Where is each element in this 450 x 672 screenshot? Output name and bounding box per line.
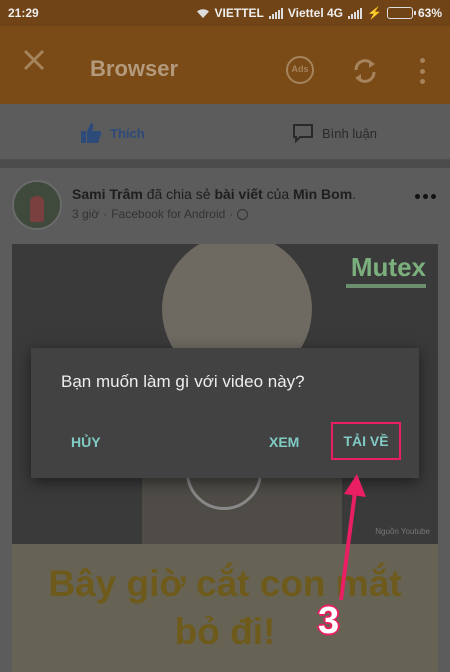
- brand-underline: [346, 284, 426, 288]
- wifi-icon: [196, 8, 209, 18]
- post-options-icon[interactable]: [415, 194, 436, 199]
- post-app: Facebook for Android: [111, 207, 226, 221]
- caption-line-2: bỏ đi!: [174, 611, 276, 652]
- signal-icon: [268, 7, 283, 19]
- caption-line-1: Bây giờ cắt con mắt: [48, 563, 402, 604]
- post-time[interactable]: 3 giờ: [72, 207, 99, 221]
- carrier-1: VIETTEL: [214, 6, 264, 20]
- charging-icon: ⚡: [367, 6, 382, 20]
- view-button[interactable]: XEM: [269, 434, 299, 450]
- like-button[interactable]: Thích: [80, 122, 145, 144]
- comment-label: Bình luận: [322, 125, 377, 141]
- signal-icon-2: [348, 7, 363, 19]
- video-source-label: Nguồn Youtube: [375, 527, 430, 536]
- browser-toolbar: Browser Ads: [0, 26, 450, 104]
- post-actions-bar: Thích Bình luận: [0, 104, 450, 160]
- avatar[interactable]: [12, 180, 62, 230]
- meta-dot: ·: [103, 207, 108, 221]
- more-vert-icon[interactable]: [418, 58, 426, 84]
- carrier-2: Viettel 4G: [287, 6, 344, 20]
- original-author[interactable]: Mìn Bom: [293, 186, 352, 202]
- comment-button[interactable]: Bình luận: [292, 122, 377, 144]
- video-action-dialog: Bạn muốn làm gì với video này? HỦY XEM T…: [31, 348, 419, 478]
- comment-icon: [293, 124, 313, 144]
- refresh-icon[interactable]: [350, 56, 380, 86]
- video-caption: Bây giờ cắt con mắt bỏ đi!: [12, 544, 438, 672]
- download-button[interactable]: TẢI VỀ: [331, 422, 401, 460]
- status-time: 21:29: [8, 6, 39, 20]
- ads-icon[interactable]: Ads: [286, 56, 314, 84]
- shared-object[interactable]: bài viết: [214, 186, 262, 202]
- close-icon[interactable]: [22, 48, 48, 78]
- step-number: 3: [318, 600, 340, 642]
- feed-divider: [0, 160, 450, 168]
- browser-title: Browser: [90, 56, 179, 81]
- status-bar: 21:29 VIETTEL Viettel 4G ⚡ 63%: [0, 0, 450, 26]
- cancel-button[interactable]: HỦY: [71, 434, 101, 450]
- dialog-message: Bạn muốn làm gì với video này?: [61, 372, 305, 391]
- post-header: Sami Trâm đã chia sẻ bài viết của Mìn Bo…: [72, 186, 356, 202]
- shared-text: đã chia sẻ: [146, 186, 211, 202]
- video-brand-logo: Mutex: [350, 252, 426, 282]
- post-meta: 3 giờ · Facebook for Android ·: [72, 207, 249, 221]
- battery-icon: [386, 7, 416, 19]
- globe-icon: [237, 208, 249, 220]
- meta-dot-2: ·: [229, 207, 234, 221]
- post-author[interactable]: Sami Trâm: [72, 186, 143, 202]
- battery-percent: 63%: [417, 6, 442, 20]
- header-period: .: [352, 186, 357, 202]
- thumbs-up-icon: [81, 123, 102, 143]
- status-indicators: VIETTEL Viettel 4G ⚡ 63%: [196, 6, 442, 20]
- like-label: Thích: [110, 125, 145, 141]
- of-text: của: [266, 186, 290, 202]
